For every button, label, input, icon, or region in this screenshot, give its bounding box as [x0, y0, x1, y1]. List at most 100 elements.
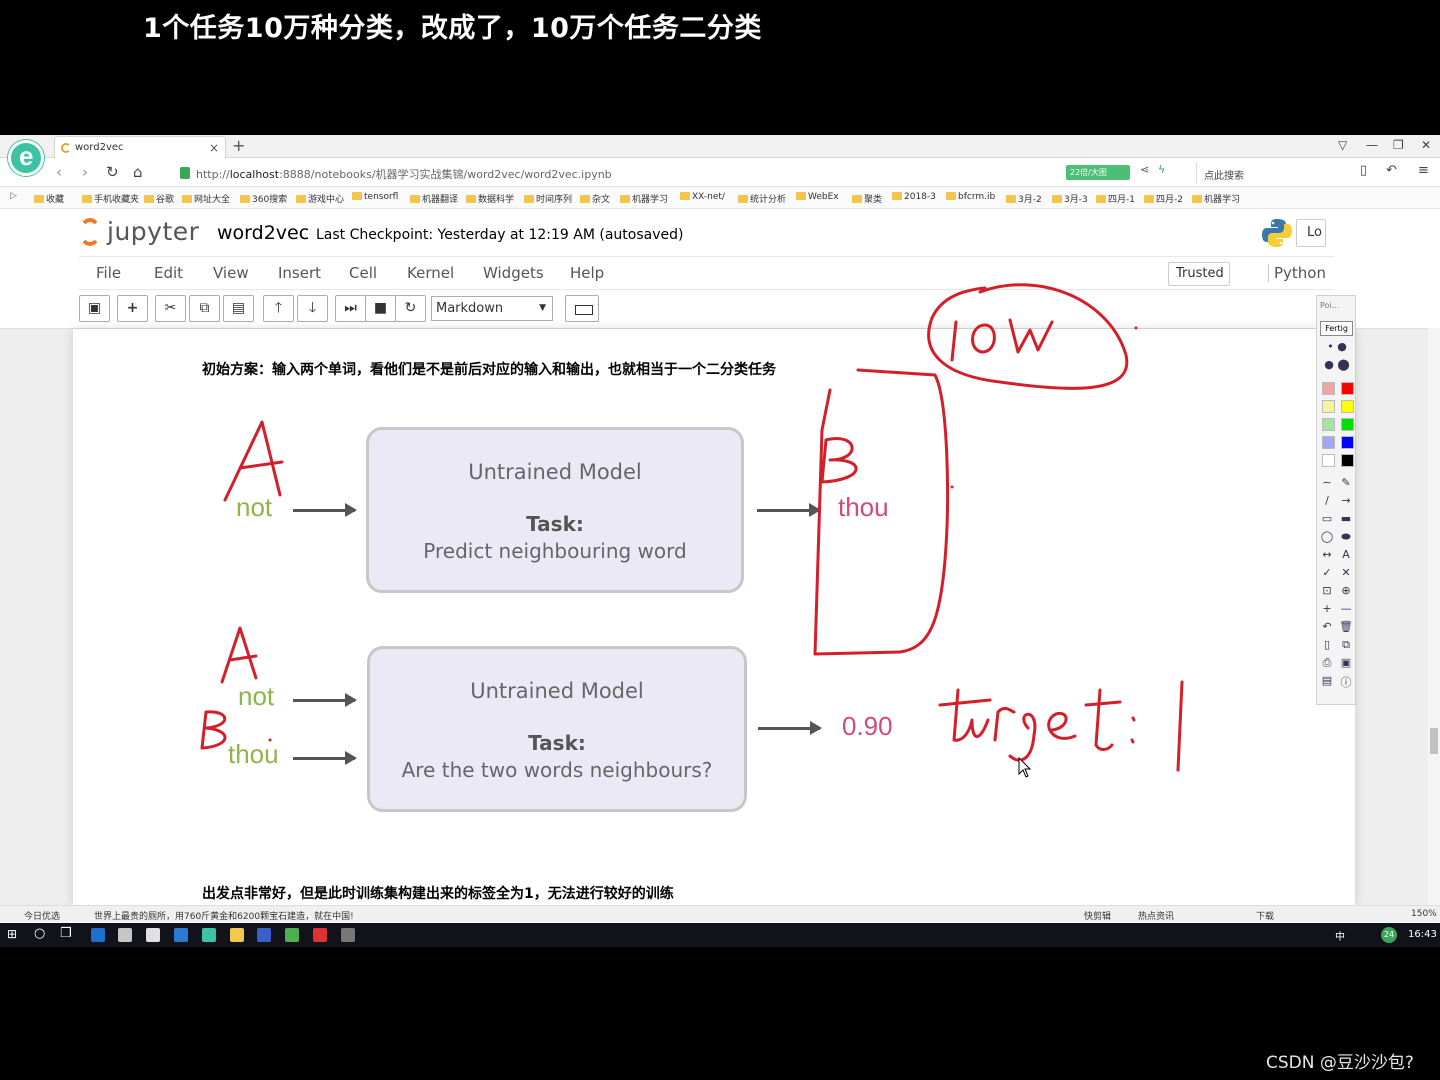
forward-button[interactable]: ›: [82, 163, 88, 181]
pen-size-icon[interactable]: • ●: [1320, 340, 1354, 353]
kernel-indicator[interactable]: Python: [1268, 264, 1326, 282]
filled-ellipse-icon[interactable]: ⬬: [1338, 530, 1354, 544]
task-view-icon[interactable]: ❒: [60, 926, 72, 941]
crop-icon[interactable]: ⊡: [1319, 584, 1335, 597]
menu-icon[interactable]: ≡: [1418, 163, 1429, 178]
paste-button[interactable]: ▤: [223, 295, 254, 322]
reload-button[interactable]: ↻: [106, 163, 119, 181]
ie-icon[interactable]: [91, 928, 105, 942]
close-window-button[interactable]: ✕: [1421, 138, 1431, 152]
save-button[interactable]: ▣: [79, 295, 110, 322]
pen-size-large-icon[interactable]: ● ⬤: [1320, 358, 1354, 371]
trash-icon[interactable]: 🗑: [1338, 620, 1354, 633]
mail-icon[interactable]: [146, 928, 160, 942]
bookmark-item[interactable]: 手机收藏夹: [82, 192, 139, 205]
bookmark-item[interactable]: 3月-2: [1006, 192, 1042, 205]
notebook-name[interactable]: word2vec: [217, 222, 309, 244]
color-swatch[interactable]: [1341, 436, 1354, 449]
bookmark-item[interactable]: 游戏中心: [296, 192, 344, 205]
line-icon[interactable]: /: [1319, 494, 1335, 507]
bookmark-item[interactable]: 杂文: [580, 192, 610, 205]
menu-help[interactable]: Help: [570, 264, 604, 282]
logout-button[interactable]: Lo: [1296, 219, 1326, 247]
app-icon-4[interactable]: [341, 928, 355, 942]
bookmark-item[interactable]: 收藏: [34, 192, 64, 205]
bookmark-item[interactable]: XX-net/: [680, 192, 725, 202]
menu-insert[interactable]: Insert: [278, 264, 321, 282]
menu-edit[interactable]: Edit: [154, 264, 183, 282]
search-icon[interactable]: ○: [34, 926, 45, 941]
color-swatch[interactable]: [1341, 382, 1354, 395]
menu-kernel[interactable]: Kernel: [407, 264, 454, 282]
color-swatch[interactable]: [1341, 454, 1354, 467]
undo-icon[interactable]: ↶: [1386, 163, 1397, 178]
back-button[interactable]: ‹: [56, 163, 62, 181]
bookmark-item[interactable]: 机器学习: [620, 192, 668, 205]
zoom-icon[interactable]: ⊕: [1338, 584, 1354, 597]
page-icon[interactable]: ▯: [1319, 638, 1335, 651]
vertical-scrollbar[interactable]: [1428, 328, 1440, 905]
tablet-icon[interactable]: ▯: [1360, 163, 1367, 178]
bookmark-item[interactable]: 统计分析: [738, 192, 786, 205]
move-down-button[interactable]: 🡓: [297, 295, 328, 322]
app-icon-3[interactable]: [313, 928, 327, 942]
cross-icon[interactable]: ✕: [1338, 566, 1354, 579]
notification-badge[interactable]: 24: [1381, 927, 1397, 943]
bookmark-item[interactable]: 聚类: [852, 192, 882, 205]
bookmark-item[interactable]: WebEx: [796, 192, 839, 202]
app-icon-1[interactable]: [257, 928, 271, 942]
restart-button[interactable]: ↻: [395, 295, 426, 322]
bookmark-item[interactable]: 四月-1: [1096, 192, 1135, 205]
share-icon[interactable]: ⋖: [1140, 163, 1149, 176]
bookmark-item[interactable]: bfcrm.ib: [946, 192, 995, 202]
bookmark-item[interactable]: 2018-3: [892, 192, 936, 202]
restore-button[interactable]: ❐: [1393, 138, 1404, 152]
scrollbar-thumb[interactable]: [1430, 728, 1438, 754]
browser-task-icon[interactable]: [202, 928, 216, 942]
pin-icon[interactable]: ▽: [1338, 138, 1347, 152]
hot-news-link[interactable]: 热点资讯: [1138, 909, 1174, 922]
cut-button[interactable]: ✂: [155, 295, 186, 322]
check-icon[interactable]: ✓: [1319, 566, 1335, 579]
ellipse-icon[interactable]: ◯: [1319, 530, 1335, 543]
zoom-level[interactable]: 150%: [1411, 909, 1437, 919]
menu-widgets[interactable]: Widgets: [483, 264, 544, 282]
color-swatch[interactable]: [1341, 400, 1354, 413]
move-up-button[interactable]: 🡑: [263, 295, 294, 322]
browser-logo-icon[interactable]: [8, 140, 44, 176]
lightning-icon[interactable]: ϟ: [1158, 163, 1165, 176]
close-tab-icon[interactable]: ×: [209, 141, 219, 155]
save-icon[interactable]: ▣: [1338, 656, 1354, 669]
arrow-icon[interactable]: →: [1338, 494, 1354, 507]
sidebar-toggle-icon[interactable]: ▷: [10, 191, 17, 201]
copy-button[interactable]: ⧉: [189, 295, 220, 322]
run-button[interactable]: ⏭: [335, 295, 366, 322]
speed-badge[interactable]: 22倍/大图: [1066, 165, 1130, 180]
store-icon[interactable]: [118, 928, 132, 942]
bookmark-item[interactable]: tensorfl: [352, 192, 398, 202]
menu-cell[interactable]: Cell: [349, 264, 377, 282]
menu-view[interactable]: View: [213, 264, 249, 282]
ime-indicator[interactable]: 中: [1335, 928, 1345, 943]
new-tab-button[interactable]: +: [232, 136, 245, 155]
bookmark-item[interactable]: 机器翻译: [410, 192, 458, 205]
bookmark-item[interactable]: 时间序列: [524, 192, 572, 205]
plus-icon[interactable]: +: [1319, 602, 1335, 615]
marker-icon[interactable]: ✎: [1338, 476, 1354, 489]
today-picks-link[interactable]: 今日优选: [24, 909, 60, 922]
stop-button[interactable]: ■: [365, 295, 396, 322]
quick-clip-link[interactable]: 快剪辑: [1084, 909, 1111, 922]
color-swatch[interactable]: [1322, 400, 1335, 413]
bookmark-item[interactable]: 谷歌: [144, 192, 174, 205]
insert-cell-button[interactable]: +: [117, 295, 148, 322]
search-input[interactable]: 点此搜索: [1196, 162, 1312, 184]
app-icon-2[interactable]: [285, 928, 299, 942]
info-icon[interactable]: ⓘ: [1338, 674, 1354, 690]
trusted-badge[interactable]: Trusted: [1168, 262, 1230, 286]
color-swatch[interactable]: [1322, 418, 1335, 431]
bookmark-item[interactable]: 机器学习: [1192, 192, 1240, 205]
color-swatch[interactable]: [1322, 454, 1335, 467]
copy-icon[interactable]: ⧉: [1338, 638, 1354, 652]
news-ticker[interactable]: 世界上最贵的厕所，用760斤黄金和6200颗宝石建造，就在中国!: [94, 909, 354, 922]
filled-rect-icon[interactable]: ▬: [1338, 512, 1354, 525]
